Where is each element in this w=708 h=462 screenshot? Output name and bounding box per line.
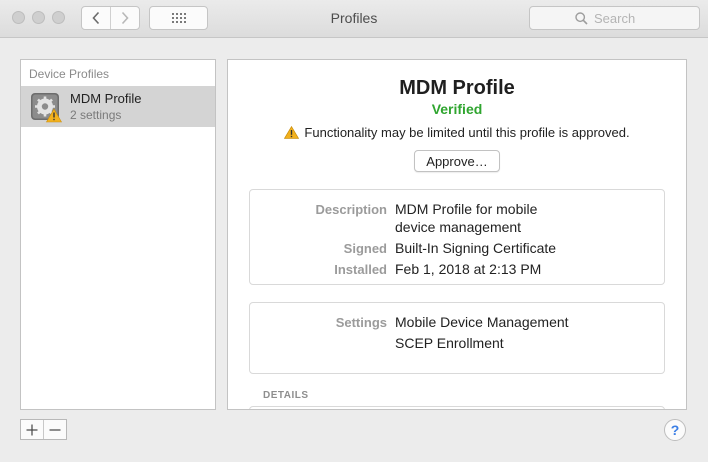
gear-profile-icon bbox=[31, 93, 62, 123]
verification-status: Verified bbox=[431, 101, 483, 117]
signed-label: Signed bbox=[343, 241, 387, 256]
warning-icon bbox=[284, 126, 300, 139]
profile-name: MDM Profile bbox=[70, 91, 142, 106]
plus-icon bbox=[26, 424, 38, 435]
approval-warning: Functionality may be limited until this … bbox=[228, 125, 686, 140]
search-input[interactable] bbox=[594, 10, 654, 26]
search-icon bbox=[575, 11, 588, 25]
search-field[interactable] bbox=[529, 6, 700, 30]
profile-info-box: Description MDM Profile for mobile devic… bbox=[249, 189, 665, 285]
signed-value: Built-In Signing Certificate bbox=[395, 240, 557, 256]
sidebar-item-mdm-profile[interactable]: MDM Profile 2 settings bbox=[21, 86, 215, 127]
warning-text: Functionality may be limited until this … bbox=[304, 125, 630, 140]
profile-settings-count: 2 settings bbox=[70, 108, 122, 122]
details-box bbox=[249, 406, 665, 409]
help-button[interactable]: ? bbox=[664, 419, 686, 441]
add-profile-button[interactable] bbox=[21, 420, 43, 439]
setting-item: Mobile Device Management bbox=[395, 314, 569, 330]
profile-title: MDM Profile bbox=[399, 77, 515, 99]
remove-profile-button[interactable] bbox=[43, 420, 66, 439]
settings-label: Settings bbox=[335, 315, 387, 330]
profiles-sidebar: Device Profiles MDM Profile 2 settings bbox=[20, 59, 216, 410]
description-value-line2: device management bbox=[395, 219, 522, 235]
settings-box: Settings Mobile Device Management SCEP E… bbox=[249, 302, 665, 374]
description-label: Description bbox=[315, 202, 387, 217]
sidebar-header: Device Profiles bbox=[29, 67, 110, 81]
title-bar: Profiles bbox=[0, 0, 708, 38]
installed-value: Feb 1, 2018 at 2:13 PM bbox=[395, 261, 542, 277]
installed-label: Installed bbox=[334, 262, 387, 277]
description-value-line1: MDM Profile for mobile bbox=[395, 201, 538, 217]
details-section-header: DETAILS bbox=[263, 390, 309, 401]
profile-detail-panel: MDM Profile Verified Functionality may b… bbox=[227, 59, 687, 410]
setting-item: SCEP Enrollment bbox=[395, 335, 504, 351]
add-remove-control bbox=[20, 419, 67, 440]
approve-button[interactable]: Approve… bbox=[414, 150, 500, 172]
minus-icon bbox=[49, 428, 61, 431]
